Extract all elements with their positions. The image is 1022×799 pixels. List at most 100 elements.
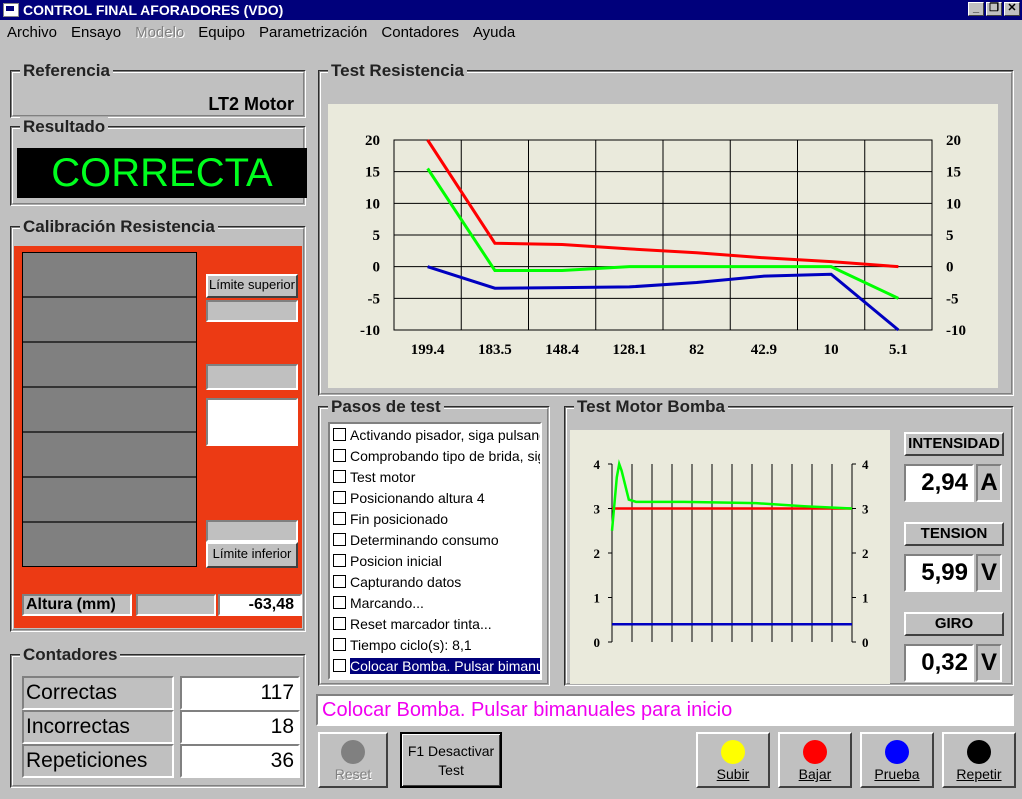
- y-tick-label-left: 4: [594, 457, 601, 472]
- paso-item[interactable]: Capturando datos: [330, 571, 540, 592]
- resultado-display: CORRECTA: [17, 148, 307, 198]
- x-tick-label: 82: [689, 342, 704, 358]
- paso-item[interactable]: Activando pisador, siga pulsand: [330, 424, 540, 445]
- paso-label: Reset marcador tinta...: [350, 615, 492, 632]
- subir-label: Subir: [716, 766, 750, 782]
- paso-label: Posicionando altura 4: [350, 489, 485, 506]
- pasos-group: Pasos de test Activando pisador, siga pu…: [318, 397, 550, 686]
- paso-item[interactable]: Marcando...: [330, 592, 540, 613]
- x-tick-label: 5.1: [889, 342, 908, 358]
- x-tick-label: 199.4: [411, 342, 445, 358]
- paso-checkbox[interactable]: [333, 575, 346, 588]
- x-tick-label: 183.5: [478, 342, 512, 358]
- altura-value: -63,48: [218, 594, 302, 616]
- y-tick-label-right: 20: [946, 133, 961, 149]
- paso-checkbox[interactable]: [333, 512, 346, 525]
- restore-button[interactable]: ❐: [986, 2, 1002, 16]
- paso-item[interactable]: Posicionando altura 4: [330, 487, 540, 508]
- paso-checkbox[interactable]: [333, 617, 346, 630]
- yellow-circle-icon: [721, 740, 745, 764]
- menu-contadores[interactable]: Contadores: [374, 22, 466, 46]
- y-tick-label-right: 3: [862, 502, 869, 517]
- tension-value: 5,99: [904, 554, 974, 592]
- tension-row: 5,99 V: [904, 554, 1002, 592]
- counter-value-correctas: 117: [180, 676, 300, 710]
- bajar-button[interactable]: Bajar: [778, 732, 852, 788]
- y-tick-label-right: -10: [946, 323, 966, 339]
- f1-desactivar-test-button[interactable]: F1 Desactivar Test: [400, 732, 502, 788]
- counter-value-repeticiones: 36: [180, 744, 300, 778]
- minimize-button[interactable]: _: [968, 2, 984, 16]
- resultado-title: Resultado: [20, 117, 109, 137]
- paso-label: Determinando consumo: [350, 531, 499, 548]
- y-tick-label-right: 1: [862, 591, 869, 606]
- y-tick-label-left: 15: [365, 165, 380, 181]
- altura-row: Altura (mm) -63,48: [22, 594, 302, 616]
- y-tick-label-right: 0: [862, 635, 869, 650]
- limite-input-box[interactable]: [206, 398, 298, 446]
- paso-item[interactable]: Test motor: [330, 466, 540, 487]
- intensidad-row: 2,94 A: [904, 464, 1002, 502]
- paso-checkbox[interactable]: [333, 428, 346, 441]
- paso-checkbox[interactable]: [333, 449, 346, 462]
- paso-checkbox[interactable]: [333, 638, 346, 651]
- paso-label: Marcando...: [350, 594, 424, 611]
- intensidad-value: 2,94: [904, 464, 974, 502]
- menu-archivo[interactable]: Archivo: [0, 22, 64, 46]
- y-tick-label-right: 5: [946, 228, 954, 244]
- paso-item[interactable]: Comprobando tipo de brida, siga: [330, 445, 540, 466]
- paso-checkbox[interactable]: [333, 470, 346, 483]
- pasos-title: Pasos de test: [328, 397, 444, 417]
- paso-item[interactable]: Posicion inicial: [330, 550, 540, 571]
- menu-ayuda[interactable]: Ayuda: [466, 22, 522, 46]
- paso-label: Fin posicionado: [350, 510, 449, 527]
- y-tick-label-left: -5: [368, 291, 381, 307]
- altura-label: Altura (mm): [22, 594, 132, 616]
- paso-item[interactable]: Determinando consumo: [330, 529, 540, 550]
- limite-superior-label: Límite superior: [206, 274, 298, 298]
- paso-item[interactable]: Tiempo ciclo(s): 8,1: [330, 634, 540, 655]
- subir-button[interactable]: Subir: [696, 732, 770, 788]
- menu-parametrizacion[interactable]: Parametrización: [252, 22, 374, 46]
- paso-item[interactable]: Reset marcador tinta...: [330, 613, 540, 634]
- calibracion-level-display: [22, 252, 197, 567]
- window-controls: _ ❐ ✕: [968, 2, 1020, 16]
- y-tick-label-left: 0: [594, 635, 601, 650]
- close-button[interactable]: ✕: [1004, 2, 1020, 16]
- calibracion-group: Calibración Resistencia Límite superior …: [10, 217, 306, 632]
- paso-item[interactable]: Colocar Bomba. Pulsar bimanua: [330, 655, 540, 676]
- prueba-label: Prueba: [874, 766, 920, 782]
- counter-label-repeticiones: Repeticiones: [22, 744, 174, 778]
- menu-ensayo[interactable]: Ensayo: [64, 22, 128, 46]
- pasos-list[interactable]: Activando pisador, siga pulsand Comproban…: [328, 422, 542, 680]
- reset-button[interactable]: Reset: [318, 732, 388, 788]
- counter-row: Correctas 117: [22, 676, 300, 710]
- paso-item[interactable]: Fin posicionado: [330, 508, 540, 529]
- y-tick-label-right: -5: [946, 291, 959, 307]
- paso-label: Comprobando tipo de brida, siga: [350, 447, 542, 464]
- motor-group: Test Motor Bomba 4 4 3 3 2 2 1 1 0 0 INTENSIDAD 2…: [564, 397, 1014, 686]
- repetir-label: Repetir: [956, 766, 1002, 782]
- repetir-button[interactable]: Repetir: [942, 732, 1016, 788]
- referencia-title: Referencia: [20, 61, 113, 81]
- giro-unit: V: [976, 644, 1002, 682]
- prueba-button[interactable]: Prueba: [860, 732, 934, 788]
- paso-checkbox[interactable]: [333, 533, 346, 546]
- title-bar: CONTROL FINAL AFORADORES (VDO) _ ❐ ✕: [0, 0, 1022, 20]
- paso-checkbox[interactable]: [333, 659, 346, 672]
- limite-mid-field: [206, 364, 298, 390]
- resistencia-chart-area: 20 20 15 15 10 10 5 5 0 0 -5 -5 -10 -10 199.4 183.5 148.…: [328, 104, 998, 388]
- paso-checkbox[interactable]: [333, 596, 346, 609]
- paso-checkbox[interactable]: [333, 554, 346, 567]
- limite-inferior-field: [206, 520, 298, 542]
- red-circle-icon: [803, 740, 827, 764]
- resistencia-chart: 20 20 15 15 10 10 5 5 0 0 -5 -5 -10 -10 199.4 183.5 148.…: [360, 133, 966, 358]
- y-tick-label-right: 15: [946, 165, 961, 181]
- menu-modelo: Modelo: [135, 24, 185, 41]
- menu-equipo[interactable]: Equipo: [191, 22, 252, 46]
- paso-checkbox[interactable]: [333, 491, 346, 504]
- calibracion-title: Calibración Resistencia: [20, 217, 218, 237]
- resultado-group: Resultado CORRECTA: [10, 117, 307, 206]
- contadores-group: Contadores Correctas 117 Incorrectas 18 …: [10, 645, 306, 788]
- paso-label: Activando pisador, siga pulsand: [350, 426, 542, 443]
